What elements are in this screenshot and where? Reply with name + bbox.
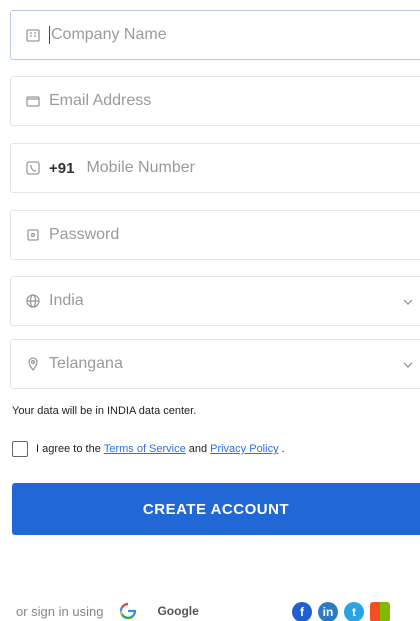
google-label[interactable]: Google xyxy=(157,604,198,618)
email-placeholder: Email Address xyxy=(49,92,152,109)
agree-prefix: I agree to the xyxy=(36,443,101,455)
chevron-down-icon xyxy=(402,358,414,370)
country-select[interactable]: India xyxy=(10,276,420,326)
signup-form-page: Company Name Email Address +91 Mobile Nu… xyxy=(0,0,420,621)
lock-icon xyxy=(23,225,43,245)
country-value: India xyxy=(49,292,84,309)
google-icon[interactable] xyxy=(119,602,137,620)
state-select[interactable]: Telangana xyxy=(10,339,420,389)
email-field[interactable]: Email Address xyxy=(10,76,420,126)
chevron-down-icon xyxy=(402,295,414,307)
company-name-value: Company Name xyxy=(51,26,167,43)
terms-of-service-link[interactable]: Terms of Service xyxy=(104,443,186,455)
facebook-icon[interactable]: f xyxy=(292,602,312,621)
state-value: Telangana xyxy=(49,355,123,372)
microsoft-icon[interactable] xyxy=(370,602,390,621)
signin-label: or sign in using xyxy=(16,603,104,619)
social-signin-row: or sign in using Google xyxy=(16,602,199,620)
data-center-note: Your data will be in INDIA data center. xyxy=(12,405,197,417)
agree-conjunction: and xyxy=(188,443,208,455)
terms-agreement: I agree to the Terms of Service and Priv… xyxy=(12,441,285,457)
password-field[interactable]: Password xyxy=(10,210,420,260)
globe-icon xyxy=(23,291,43,311)
text-cursor xyxy=(49,26,50,44)
agree-checkbox[interactable] xyxy=(12,441,28,457)
company-name-field[interactable]: Company Name xyxy=(10,10,420,60)
location-pin-icon xyxy=(23,354,43,374)
password-placeholder: Password xyxy=(49,226,120,243)
agree-suffix: . xyxy=(281,443,285,455)
building-icon xyxy=(23,25,43,45)
phone-icon xyxy=(23,158,43,178)
envelope-icon xyxy=(23,91,43,111)
create-account-button[interactable]: CREATE ACCOUNT xyxy=(12,483,420,535)
privacy-policy-link[interactable]: Privacy Policy xyxy=(210,443,278,455)
linkedin-icon[interactable]: in xyxy=(318,602,338,621)
mobile-field[interactable]: +91 Mobile Number xyxy=(10,143,420,193)
twitter-icon[interactable]: t xyxy=(344,602,364,621)
mobile-placeholder: Mobile Number xyxy=(86,159,195,176)
country-code: +91 xyxy=(49,159,75,177)
